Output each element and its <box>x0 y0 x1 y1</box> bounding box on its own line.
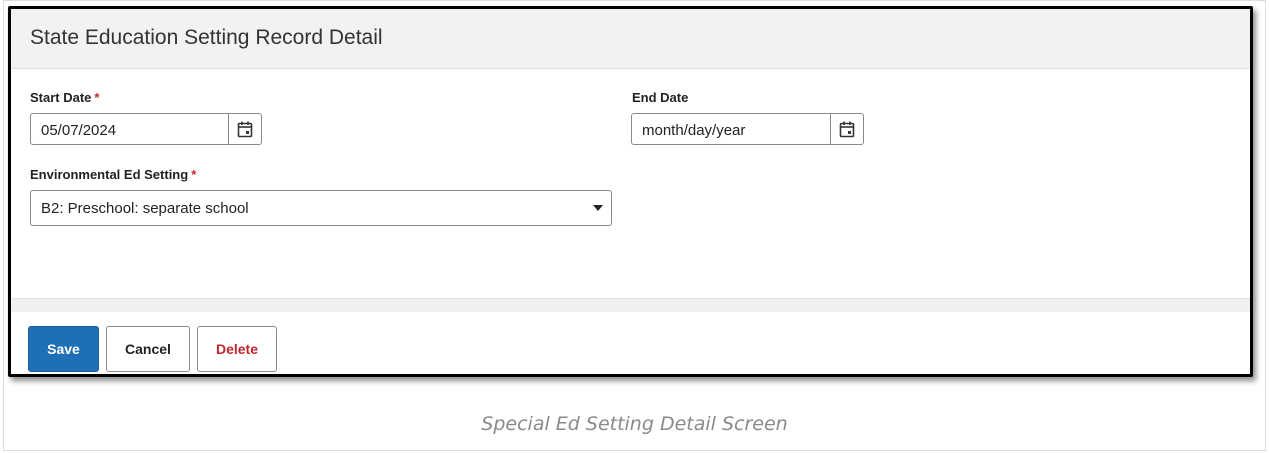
end-date-label-text: End Date <box>632 90 689 105</box>
env-ed-setting-label: Environmental Ed Setting * <box>30 167 196 182</box>
chevron-down-icon[interactable] <box>593 205 603 211</box>
start-date-label-text: Start Date <box>30 90 92 105</box>
action-bar: Save Cancel Delete <box>11 312 1250 374</box>
start-date-value[interactable]: 05/07/2024 <box>41 122 116 139</box>
cancel-button[interactable]: Cancel <box>106 326 190 372</box>
end-date-placeholder[interactable]: month/day/year <box>642 122 745 139</box>
record-detail-panel: State Education Setting Record Detail St… <box>8 6 1253 377</box>
footer-divider <box>11 298 1250 313</box>
required-marker: * <box>94 90 100 105</box>
end-date-field[interactable]: month/day/year <box>631 113 864 145</box>
delete-button[interactable]: Delete <box>197 326 277 372</box>
env-ed-setting-label-text: Environmental Ed Setting <box>30 167 189 182</box>
calendar-icon[interactable] <box>228 114 261 144</box>
panel-header: State Education Setting Record Detail <box>11 9 1250 69</box>
end-date-label: End Date <box>632 90 688 105</box>
image-caption: Special Ed Setting Detail Screen <box>481 413 788 435</box>
start-date-label: Start Date * <box>30 90 99 105</box>
start-date-field[interactable]: 05/07/2024 <box>30 113 262 145</box>
env-ed-setting-select[interactable]: B2: Preschool: separate school <box>30 190 612 226</box>
calendar-icon[interactable] <box>830 114 863 144</box>
env-ed-setting-value[interactable]: B2: Preschool: separate school <box>41 200 249 217</box>
required-marker: * <box>191 167 197 182</box>
panel-title: State Education Setting Record Detail <box>30 26 383 49</box>
save-button[interactable]: Save <box>28 326 99 372</box>
